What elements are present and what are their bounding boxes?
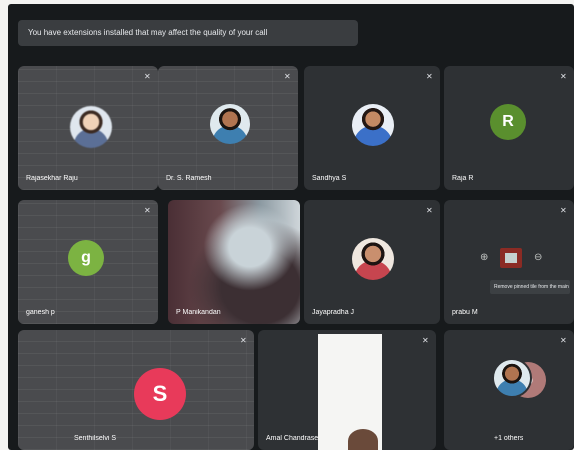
participant-video bbox=[348, 429, 378, 450]
mic-muted-icon: ✕ bbox=[422, 336, 429, 345]
participant-tile-others[interactable]: D ✕ +1 others bbox=[444, 330, 574, 450]
participant-name: Dr. S. Ramesh bbox=[166, 175, 212, 182]
avatar bbox=[70, 106, 112, 148]
participant-name: Senthilselvi S bbox=[74, 435, 117, 442]
avatar-initial: S bbox=[134, 368, 186, 420]
pin-icon[interactable]: ⊕ bbox=[480, 252, 488, 263]
participant-name: P Manikandan bbox=[176, 309, 221, 316]
mic-muted-icon: ✕ bbox=[144, 72, 151, 81]
unpin-button[interactable] bbox=[500, 248, 522, 268]
participant-name: ganesh p bbox=[26, 309, 55, 316]
avatar bbox=[210, 104, 250, 144]
remove-icon[interactable]: ⊖ bbox=[534, 252, 542, 263]
participant-tile-manikandan[interactable]: P Manikandan bbox=[168, 200, 300, 324]
participant-name: prabu M bbox=[452, 309, 478, 316]
meeting-stage: You have extensions installed that may a… bbox=[8, 4, 574, 450]
participant-tile-ganesh[interactable]: g ✕ ganesh p bbox=[18, 200, 158, 324]
pin-tooltip: Remove pinned tile from the main view bbox=[490, 280, 570, 294]
mic-muted-icon: ✕ bbox=[426, 206, 433, 215]
mic-muted-icon: ✕ bbox=[560, 72, 567, 81]
participant-tile-ramesh[interactable]: ✕ Dr. S. Ramesh bbox=[158, 66, 298, 190]
participant-name: Raja R bbox=[452, 175, 474, 182]
participant-name: +1 others bbox=[494, 435, 524, 442]
participant-name: Rajasekhar Raju bbox=[26, 175, 78, 182]
participant-tile-sandhya[interactable]: ✕ Sandhya S bbox=[304, 66, 440, 190]
participant-tile-raja[interactable]: R ✕ Raja R bbox=[444, 66, 574, 190]
extensions-warning-banner: You have extensions installed that may a… bbox=[18, 20, 358, 46]
mic-muted-icon: ✕ bbox=[560, 206, 567, 215]
mic-muted-icon: ✕ bbox=[284, 72, 291, 81]
participant-tile-prabu[interactable]: ⊕ ⊖ ✕ prabu M bbox=[444, 200, 574, 324]
mic-muted-icon: ✕ bbox=[560, 336, 567, 345]
participant-tile-rajasekhar[interactable]: ✕ Rajasekhar Raju bbox=[18, 66, 158, 190]
mic-muted-icon: ✕ bbox=[240, 336, 247, 345]
participant-name: Jayapradha J bbox=[312, 309, 355, 316]
mic-muted-icon: ✕ bbox=[426, 72, 433, 81]
avatar-initial: R bbox=[490, 104, 526, 140]
avatar bbox=[352, 104, 394, 146]
mic-muted-icon: ✕ bbox=[144, 206, 151, 215]
avatar bbox=[492, 358, 532, 398]
avatar-initial: g bbox=[68, 240, 104, 276]
participant-tile-jayapradha[interactable]: ✕ Jayapradha J bbox=[304, 200, 440, 324]
participant-tile-senthilselvi[interactable]: S ✕ Senthilselvi S bbox=[18, 330, 254, 450]
participant-name: Sandhya S bbox=[312, 175, 347, 182]
avatar bbox=[352, 238, 394, 280]
